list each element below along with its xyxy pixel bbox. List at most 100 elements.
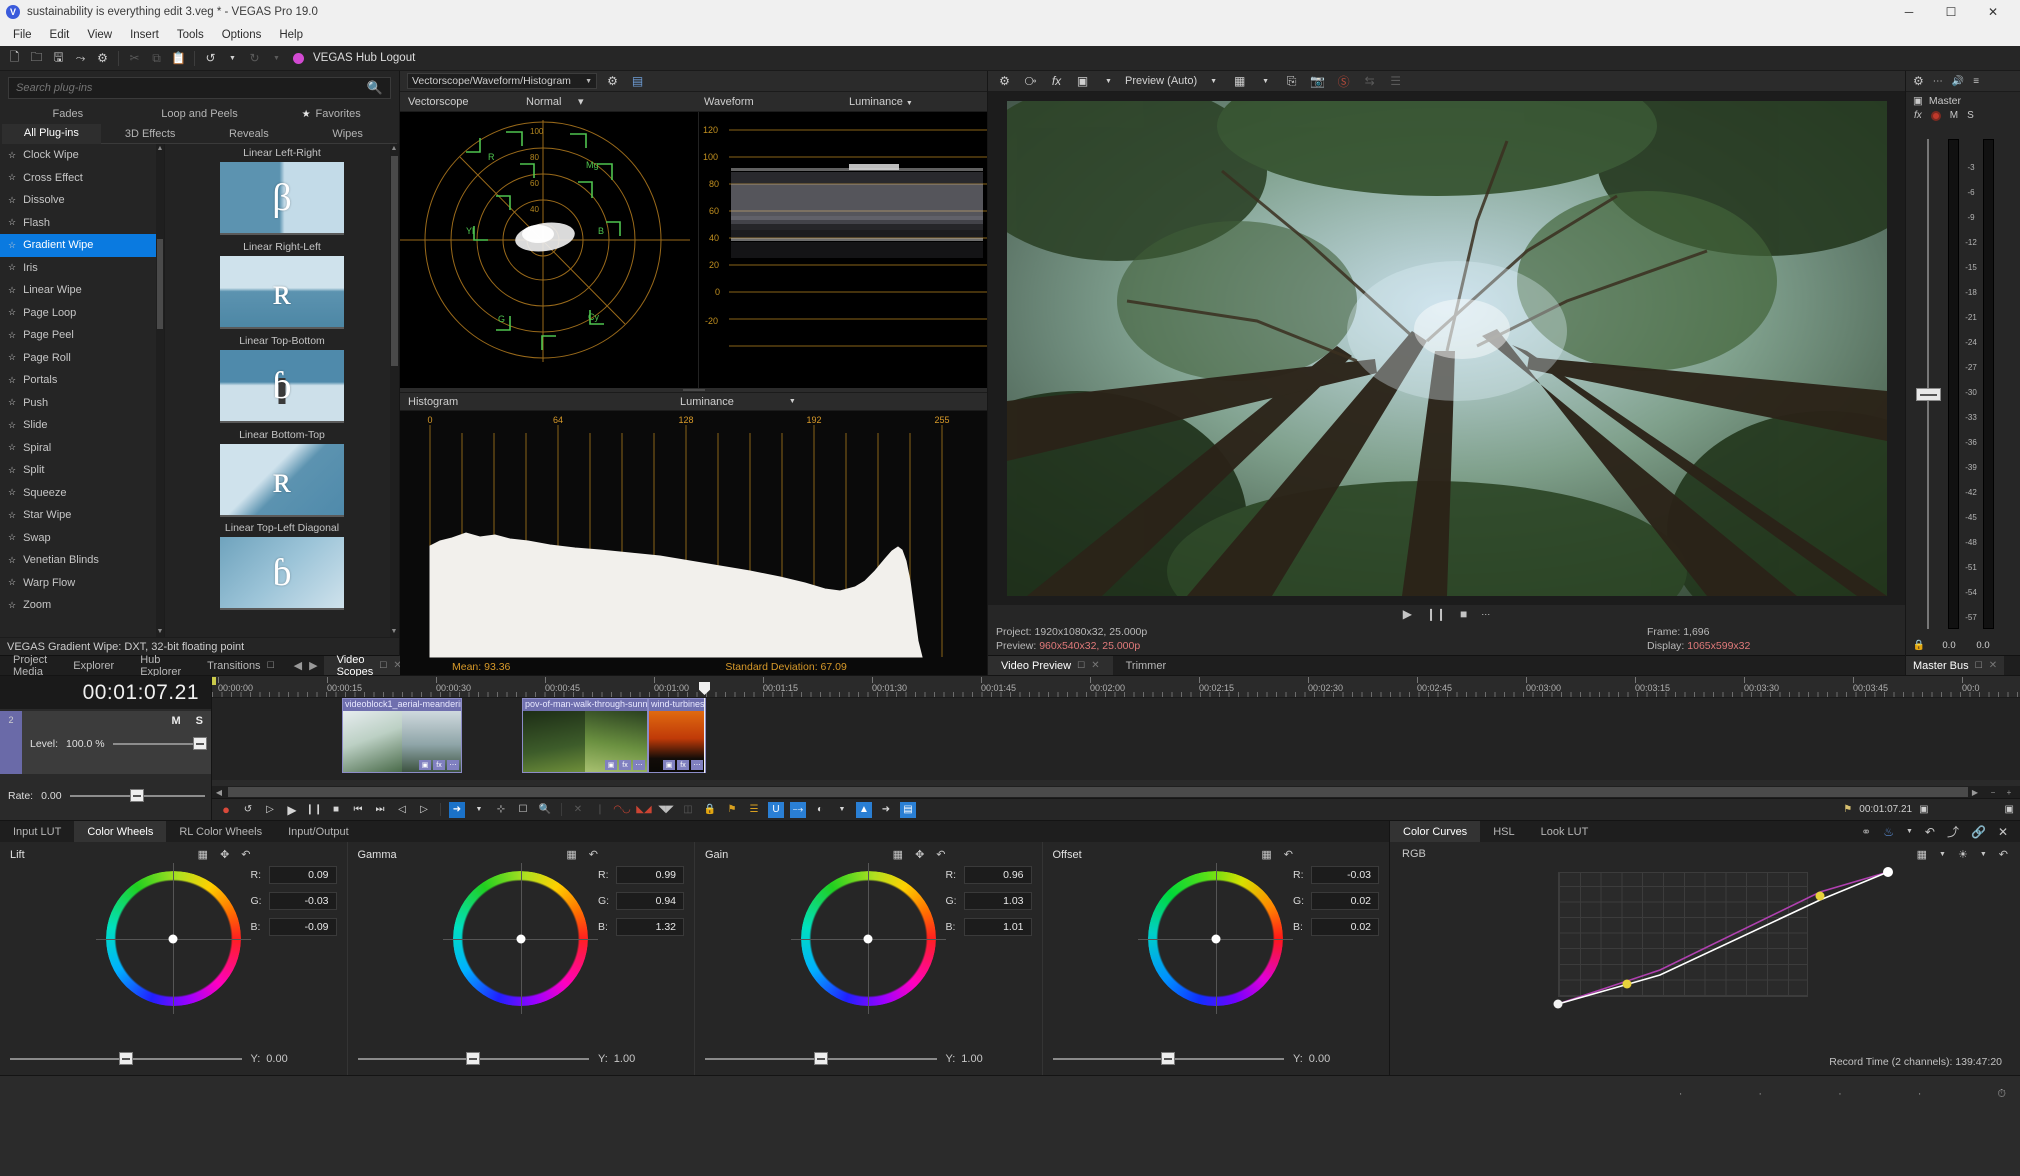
timecode-display[interactable]: 00:01:07.21 xyxy=(0,676,211,709)
scrollbar-thumb[interactable] xyxy=(157,239,163,329)
track-header[interactable]: 2 M S Level: 100.0 % xyxy=(0,711,211,774)
mute-button[interactable]: M xyxy=(1950,110,1958,121)
lock-aspect-icon[interactable]: 🔒 xyxy=(702,802,718,818)
star-icon[interactable]: ☆ xyxy=(8,195,16,206)
gamma-b-field[interactable]: B: 1.32 xyxy=(598,918,684,936)
star-icon[interactable]: ☆ xyxy=(8,600,16,611)
gamma-g-field[interactable]: G: 0.94 xyxy=(598,892,684,910)
list-item[interactable]: ☆ Flash xyxy=(0,212,164,235)
close-icon[interactable]: ✕ xyxy=(1998,825,2008,839)
menu-file[interactable]: File xyxy=(4,27,41,43)
vectorscope-graph[interactable]: 100 80 60 40 R Mg Yl B G Cy xyxy=(400,112,698,388)
lift-luma-slider[interactable] xyxy=(10,1052,242,1065)
tab-master-bus[interactable]: Master Bus ☐ ✕ xyxy=(1906,656,2005,675)
video-track-1[interactable]: videoblock1_aerial-meandering ▣ fx ⋯ pov… xyxy=(212,682,2020,773)
chevron-down-icon[interactable]: ▼ xyxy=(1980,851,1987,858)
more-options-icon[interactable]: ☰ xyxy=(1386,72,1405,91)
lift-b-field[interactable]: B: -0.09 xyxy=(251,918,337,936)
list-item[interactable]: ☆ Portals xyxy=(0,369,164,392)
curve-point-shadow[interactable] xyxy=(1622,979,1632,989)
tab-color-wheels[interactable]: Color Wheels xyxy=(74,821,167,842)
redo-icon[interactable]: ↻ xyxy=(245,49,264,68)
close-button[interactable]: ✕ xyxy=(1972,0,2014,24)
cut-icon[interactable]: ✂ xyxy=(125,49,144,68)
star-icon[interactable]: ☆ xyxy=(8,307,16,318)
save-snapshot-icon[interactable]: 📷 xyxy=(1308,72,1327,91)
float-icon[interactable]: ☐ xyxy=(1975,660,1983,671)
meter-scale-icon[interactable]: ≡ xyxy=(1973,76,1979,87)
float-icon[interactable]: ☐ xyxy=(379,660,387,671)
gear-icon[interactable]: ⚙ xyxy=(603,72,622,91)
preset-thumbnails[interactable]: Linear Left-Right β Linear Right-Left ʀ … xyxy=(165,144,399,637)
scrollbar-thumb[interactable] xyxy=(391,156,398,366)
track-color-strip[interactable]: 2 xyxy=(0,711,22,774)
link-icon[interactable]: 🔗 xyxy=(1971,825,1986,839)
menu-edit[interactable]: Edit xyxy=(41,27,79,43)
list-item[interactable]: ☆ Warp Flow xyxy=(0,572,164,595)
field-value[interactable]: 0.02 xyxy=(1311,918,1379,936)
crossfade-icon[interactable]: ◥◤ xyxy=(658,802,674,818)
star-icon[interactable]: ☆ xyxy=(8,532,16,543)
preset-thumb[interactable]: ɓ xyxy=(220,537,344,610)
clip-pan-crop-icon[interactable]: ▣ xyxy=(663,760,675,770)
star-icon[interactable]: ☆ xyxy=(8,420,16,431)
enable-snapping-icon[interactable]: ⊹ xyxy=(493,802,509,818)
tab-prev-icon[interactable]: ◀ xyxy=(294,659,302,672)
lift-color-wheel[interactable] xyxy=(95,863,251,1014)
color-pick-icon[interactable]: ♨ xyxy=(1883,825,1894,839)
stop-icon[interactable]: ■ xyxy=(328,802,344,818)
list-item[interactable]: ☆ Iris xyxy=(0,257,164,280)
gain-r-field[interactable]: R: 0.96 xyxy=(946,866,1032,884)
chevron-down-icon[interactable]: ▼ xyxy=(734,398,796,405)
field-value[interactable]: 1.00 xyxy=(961,1053,982,1065)
menu-help[interactable]: Help xyxy=(270,27,312,43)
tab-next-icon[interactable]: ▶ xyxy=(309,659,317,672)
list-item[interactable]: ☆ Clock Wipe xyxy=(0,144,164,167)
star-icon[interactable]: ☆ xyxy=(8,150,16,161)
category-loop-and-peels[interactable]: Loop and Peels xyxy=(134,108,266,120)
reset-icon[interactable]: ↶ xyxy=(241,848,250,861)
category-all-plugins[interactable]: All Plug-ins xyxy=(2,123,101,144)
tab-hub-explorer[interactable]: Hub Explorer xyxy=(127,654,194,678)
field-value[interactable]: 0.99 xyxy=(616,866,684,884)
render-as-icon[interactable]: ⤳ xyxy=(71,49,90,68)
field-value[interactable]: 1.00 xyxy=(614,1053,635,1065)
search-icon[interactable]: 🔍 xyxy=(367,80,383,96)
field-value[interactable]: 0.09 xyxy=(268,866,337,884)
track-lane[interactable]: videoblock1_aerial-meandering ▣ fx ⋯ pov… xyxy=(212,682,2020,780)
insert-audio-track-icon[interactable]: ➜ xyxy=(878,802,894,818)
video-bus-track-icon[interactable]: U xyxy=(768,801,784,818)
tab-color-curves[interactable]: Color Curves xyxy=(1390,821,1481,842)
play-icon[interactable]: ▶ xyxy=(284,802,300,818)
overlays-icon[interactable]: ▦ xyxy=(1230,72,1249,91)
star-icon[interactable]: ☆ xyxy=(8,442,16,453)
star-icon[interactable]: ☆ xyxy=(8,217,16,228)
stop-icon[interactable]: ■ xyxy=(1460,607,1467,621)
more-icon[interactable]: ⋯ xyxy=(1481,609,1490,620)
next-frame-icon[interactable]: ▷ xyxy=(416,802,432,818)
go-to-end-icon[interactable]: ⏭ xyxy=(372,802,388,818)
waveform-graph[interactable]: 120 100 80 60 40 20 0 -20 xyxy=(698,112,987,388)
project-properties-icon[interactable]: ⚙ xyxy=(93,49,112,68)
loop-playback-icon[interactable]: ↺ xyxy=(240,802,256,818)
gain-color-wheel[interactable] xyxy=(790,863,946,1014)
scope-preset-icon[interactable]: ▤ xyxy=(628,72,647,91)
trim-icon[interactable]: ◣◢ xyxy=(636,802,652,818)
fx-button[interactable]: fx xyxy=(1914,110,1922,121)
histogram-graph[interactable]: 0 64 128 192 255 xyxy=(400,411,987,659)
chevron-down-icon[interactable]: ▼ xyxy=(1906,828,1913,835)
gamma-color-wheel[interactable] xyxy=(443,863,599,1014)
star-icon[interactable]: ☆ xyxy=(8,240,16,251)
list-item[interactable]: ☆ Page Roll xyxy=(0,347,164,370)
scopes-splitter[interactable] xyxy=(400,388,987,392)
field-value[interactable]: -0.03 xyxy=(1311,866,1379,884)
gamma-wheel-handle[interactable] xyxy=(516,934,526,943)
zoom-out-icon[interactable]: − xyxy=(1986,788,2000,797)
search-box[interactable]: 🔍 xyxy=(8,77,391,99)
scroll-down-icon[interactable]: ▼ xyxy=(390,627,398,637)
tab-rl-color-wheels[interactable]: RL Color Wheels xyxy=(166,821,275,842)
clip-fx-icon[interactable]: fx xyxy=(619,760,631,770)
tab-project-media[interactable]: Project Media xyxy=(0,654,60,678)
list-item[interactable]: ☆ Linear Wipe xyxy=(0,279,164,302)
tab-trimmer[interactable]: Trimmer xyxy=(1113,656,1180,675)
